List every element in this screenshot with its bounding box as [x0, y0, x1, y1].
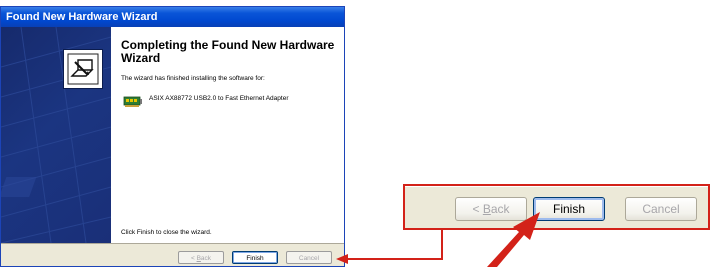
red-arrow-icon [487, 212, 540, 267]
annotation-overlay [336, 212, 540, 267]
callout-connector-line [348, 229, 443, 260]
callout-connector-arrowhead [336, 254, 348, 264]
